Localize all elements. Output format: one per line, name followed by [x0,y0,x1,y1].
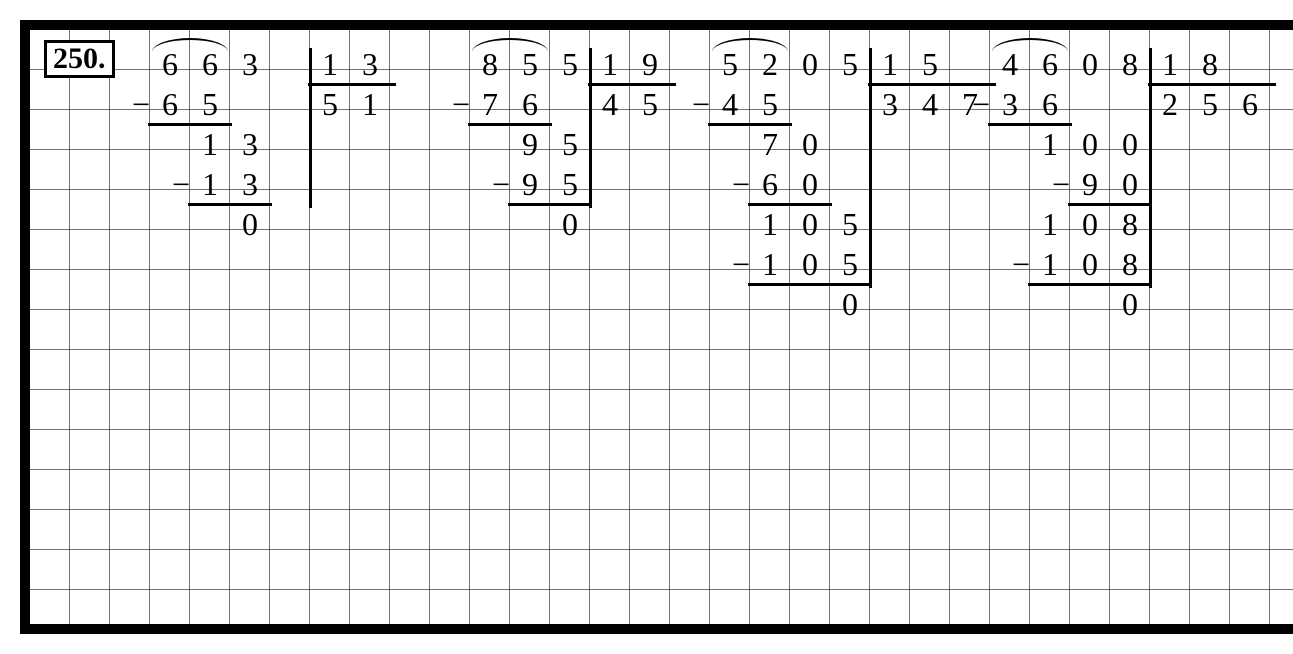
quotient-digit: 6 [1230,84,1270,124]
arc-icon [992,38,1068,52]
remainder-digit: 0 [1070,124,1110,164]
remainder-digit: 7 [750,124,790,164]
subtrahend-digit: 7 [470,84,510,124]
remainder-digit: 1 [190,124,230,164]
remainder-digit: 5 [550,124,590,164]
worksheet-page: 250. 663135165−1313−0855194576−9595−0520… [20,20,1293,634]
subtrahend-digit: 1 [190,164,230,204]
quotient-digit: 5 [310,84,350,124]
minus-sign: − [492,164,510,204]
subtrahend-digit: 1 [750,244,790,284]
dividend-digit: 8 [1110,44,1150,84]
subtrahend-digit: 6 [150,84,190,124]
division-vline [309,48,312,208]
divisor-digit: 3 [350,44,390,84]
quotient-digit: 1 [350,84,390,124]
quotient-digit: 4 [910,84,950,124]
division-vline [869,48,872,288]
divisor-digit: 8 [1190,44,1230,84]
dividend-digit: 5 [550,44,590,84]
subtrahend-digit: 9 [1070,164,1110,204]
minus-sign: − [1052,164,1070,204]
subtrahend-digit: 5 [750,84,790,124]
divisor-digit: 1 [1150,44,1190,84]
arc-icon [712,38,788,52]
remainder-digit: 1 [1030,204,1070,244]
arc-icon [152,38,228,52]
remainder-digit: 1 [1030,124,1070,164]
division-vline [589,48,592,208]
minus-sign: − [132,84,150,124]
dividend-digit: 0 [1070,44,1110,84]
remainder-digit: 8 [1110,204,1150,244]
remainder-digit: 3 [230,124,270,164]
divisor-underline [588,83,676,86]
quotient-digit: 3 [870,84,910,124]
subtrahend-digit: 6 [1030,84,1070,124]
problem-number-label: 250. [44,40,115,78]
remainder-digit: 0 [1110,284,1150,324]
dividend-digit: 5 [830,44,870,84]
subtrahend-digit: 3 [990,84,1030,124]
subtrahend-digit: 5 [190,84,230,124]
subtrahend-digit: 5 [550,164,590,204]
divisor-digit: 1 [870,44,910,84]
remainder-digit: 0 [790,124,830,164]
subtrahend-digit: 0 [790,164,830,204]
remainder-digit: 0 [230,204,270,244]
minus-sign: − [732,244,750,284]
minus-sign: − [732,164,750,204]
minus-sign: − [972,84,990,124]
subtrahend-digit: 5 [830,244,870,284]
subtrahend-digit: 1 [1030,244,1070,284]
subtrahend-digit: 0 [790,244,830,284]
minus-sign: − [172,164,190,204]
remainder-digit: 0 [1070,204,1110,244]
subtrahend-digit: 0 [1110,164,1150,204]
remainder-digit: 0 [830,284,870,324]
subtrahend-digit: 6 [510,84,550,124]
minus-sign: − [452,84,470,124]
remainder-digit: 0 [1110,124,1150,164]
quotient-digit: 4 [590,84,630,124]
subtrahend-digit: 0 [1070,244,1110,284]
subtrahend-digit: 6 [750,164,790,204]
minus-sign: − [1012,244,1030,284]
division-vline [1149,48,1152,288]
dividend-digit: 0 [790,44,830,84]
divisor-digit: 1 [310,44,350,84]
divisor-underline [1148,83,1276,86]
subtrahend-digit: 3 [230,164,270,204]
remainder-digit: 0 [790,204,830,244]
subtrahend-digit: 4 [710,84,750,124]
divisor-digit: 5 [910,44,950,84]
quotient-digit: 2 [1150,84,1190,124]
minus-sign: − [692,84,710,124]
quotient-digit: 5 [1190,84,1230,124]
quotient-digit: 5 [630,84,670,124]
divisor-digit: 1 [590,44,630,84]
subtrahend-digit: 8 [1110,244,1150,284]
remainder-digit: 1 [750,204,790,244]
arc-icon [472,38,548,52]
remainder-digit: 5 [830,204,870,244]
divisor-underline [308,83,396,86]
dividend-digit: 3 [230,44,270,84]
remainder-digit: 0 [550,204,590,244]
subtrahend-digit: 9 [510,164,550,204]
divisor-digit: 9 [630,44,670,84]
remainder-digit: 9 [510,124,550,164]
